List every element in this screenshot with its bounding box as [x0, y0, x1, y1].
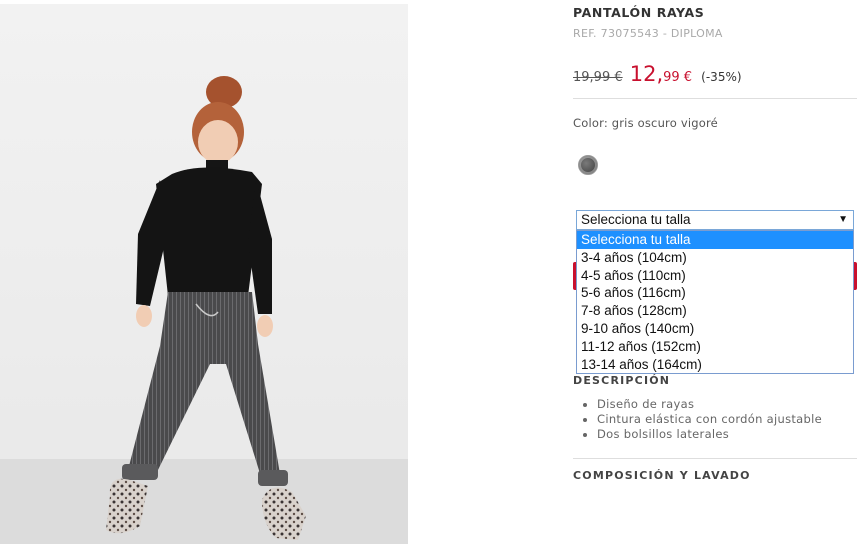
size-option[interactable]: 3-4 años (104cm): [577, 249, 853, 267]
size-option[interactable]: 5-6 años (116cm): [577, 284, 853, 302]
description-bullet: Cintura elástica con cordón ajustable: [597, 412, 822, 427]
description-bullet: Diseño de rayas: [597, 397, 822, 412]
color-swatch[interactable]: [578, 155, 598, 175]
size-option[interactable]: 9-10 años (140cm): [577, 320, 853, 338]
product-ref: REF. 73075543 - DIPLOMA: [573, 27, 723, 40]
description-bullet: Dos bolsillos laterales: [597, 427, 822, 442]
description-title[interactable]: DESCRIPCIÓN: [573, 374, 670, 387]
size-option[interactable]: 11-12 años (152cm): [577, 338, 853, 356]
divider: [573, 98, 857, 99]
product-photo: [0, 4, 408, 544]
size-option[interactable]: 4-5 años (110cm): [577, 267, 853, 285]
size-option[interactable]: Selecciona tu talla: [577, 231, 853, 249]
size-option[interactable]: 7-8 años (128cm): [577, 302, 853, 320]
divider: [573, 458, 857, 459]
size-option[interactable]: 13-14 años (164cm): [577, 356, 853, 374]
price-row: 19,99 € 12,99 € (-35%): [573, 62, 742, 86]
size-select[interactable]: Selecciona tu talla ▼: [576, 210, 854, 230]
old-price: 19,99 €: [573, 70, 623, 85]
sale-price: 12,99 €: [629, 62, 693, 86]
product-title: PANTALÓN RAYAS: [573, 5, 705, 20]
color-label: Color: gris oscuro vigoré: [573, 116, 718, 130]
description-list: Diseño de rayas Cintura elástica con cor…: [597, 397, 822, 442]
size-dropdown: Selecciona tu talla 3-4 años (104cm) 4-5…: [576, 230, 854, 375]
composition-title[interactable]: COMPOSICIÓN Y LAVADO: [573, 469, 751, 482]
chevron-down-icon[interactable]: ▼: [838, 211, 848, 229]
discount-badge: (-35%): [701, 70, 742, 84]
size-select-value: Selecciona tu talla: [581, 212, 691, 227]
